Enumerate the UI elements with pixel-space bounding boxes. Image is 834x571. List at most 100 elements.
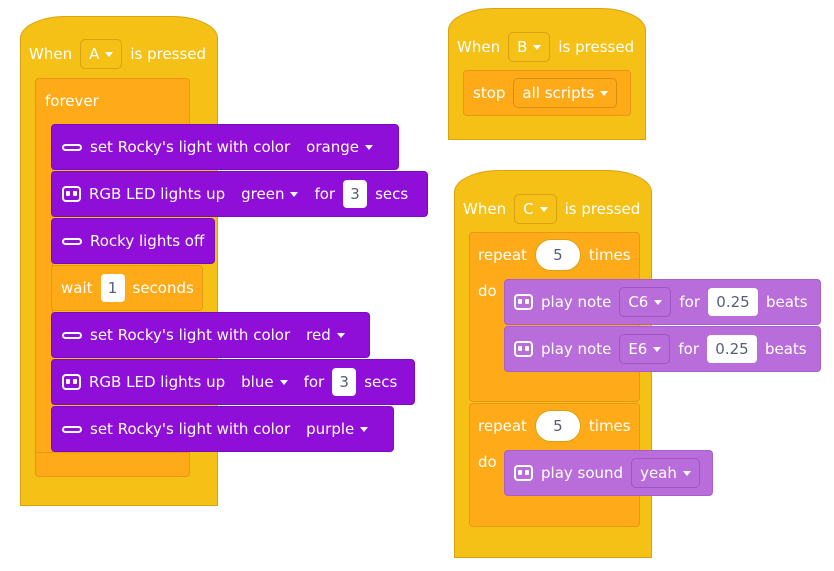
- repeat-label: repeat: [478, 246, 527, 264]
- block-label: RGB LED lights up: [89, 373, 226, 391]
- stop-option-value: all scripts: [522, 84, 595, 102]
- robot-face-icon: [514, 294, 533, 310]
- note-value: C6: [628, 293, 649, 311]
- secs-label: secs: [364, 373, 398, 391]
- chevron-down-icon: [290, 191, 299, 197]
- chevron-down-icon: [682, 470, 691, 476]
- repeat-count-input[interactable]: 5: [534, 239, 581, 271]
- chevron-down-icon: [360, 426, 369, 432]
- secs-label: secs: [375, 185, 409, 203]
- stop-block[interactable]: stop all scripts: [463, 70, 631, 116]
- set-light-color-block[interactable]: set Rocky's light with color purple: [51, 406, 394, 452]
- color-value: red: [306, 326, 331, 344]
- chevron-down-icon: [600, 90, 609, 96]
- is-pressed-label: is pressed: [558, 38, 635, 56]
- times-label: times: [588, 246, 631, 264]
- repeat-label: repeat: [478, 417, 527, 435]
- key-value: A: [89, 45, 100, 63]
- color-dropdown[interactable]: green: [233, 179, 306, 209]
- stop-label: stop: [473, 84, 506, 102]
- chevron-down-icon: [279, 379, 288, 385]
- color-dropdown[interactable]: red: [298, 320, 353, 350]
- when-b-pressed-row: When B is pressed: [457, 31, 634, 63]
- chevron-down-icon: [654, 299, 663, 305]
- set-light-color-block[interactable]: set Rocky's light with color orange: [51, 124, 399, 170]
- for-label: for: [314, 185, 336, 203]
- chevron-down-icon: [533, 44, 542, 50]
- color-dropdown[interactable]: purple: [298, 414, 376, 444]
- wait-input[interactable]: 1: [100, 274, 125, 302]
- light-bar-icon: [62, 331, 82, 339]
- wait-block[interactable]: wait 1 seconds: [51, 265, 203, 311]
- robot-face-icon: [62, 374, 81, 390]
- key-value: B: [517, 38, 528, 56]
- block-label: set Rocky's light with color: [90, 420, 291, 438]
- play-sound-label: play sound: [541, 464, 624, 482]
- robot-face-icon: [62, 186, 81, 202]
- light-bar-icon: [62, 425, 82, 433]
- is-pressed-label: is pressed: [130, 45, 207, 63]
- duration-input[interactable]: 3: [332, 368, 357, 396]
- is-pressed-label: is pressed: [564, 200, 641, 218]
- block-label: set Rocky's light with color: [90, 138, 291, 156]
- play-sound-block[interactable]: play sound yeah: [504, 450, 713, 496]
- play-note-block[interactable]: play note E6 for 0.25 beats: [504, 326, 821, 372]
- repeat-count-input[interactable]: 5: [534, 410, 581, 442]
- chevron-down-icon: [653, 346, 662, 352]
- color-value: purple: [306, 420, 355, 438]
- robot-face-icon: [514, 341, 533, 357]
- beats-label: beats: [765, 293, 808, 311]
- rgb-led-block[interactable]: RGB LED lights up green for 3 secs: [51, 171, 428, 217]
- set-light-color-block[interactable]: set Rocky's light with color red: [51, 312, 370, 358]
- sound-value: yeah: [640, 464, 677, 482]
- color-value: green: [241, 185, 285, 203]
- key-dropdown[interactable]: C: [514, 194, 557, 224]
- note-dropdown[interactable]: E6: [619, 334, 671, 364]
- block-label: RGB LED lights up: [89, 185, 226, 203]
- when-label: When: [457, 38, 501, 56]
- wait-label: wait: [61, 279, 93, 297]
- play-note-block[interactable]: play note C6 for 0.25 beats: [504, 279, 821, 325]
- key-value: C: [523, 200, 534, 218]
- when-a-pressed-row: When A is pressed: [29, 38, 206, 70]
- chevron-down-icon: [539, 206, 548, 212]
- repeat-header: repeat 5 times: [478, 410, 631, 442]
- beats-input[interactable]: 0.25: [706, 335, 757, 363]
- chevron-down-icon: [105, 51, 114, 57]
- block-label: set Rocky's light with color: [90, 326, 291, 344]
- for-label: for: [678, 340, 699, 358]
- sound-dropdown[interactable]: yeah: [631, 458, 700, 488]
- play-note-label: play note: [541, 340, 612, 358]
- light-bar-icon: [62, 237, 82, 245]
- note-value: E6: [628, 340, 648, 358]
- color-dropdown[interactable]: blue: [233, 367, 295, 397]
- key-dropdown[interactable]: B: [508, 32, 551, 62]
- beats-input[interactable]: 0.25: [707, 288, 758, 316]
- color-value: orange: [306, 138, 359, 156]
- forever-label: forever: [45, 92, 99, 110]
- robot-face-icon: [514, 465, 533, 481]
- duration-input[interactable]: 3: [343, 180, 368, 208]
- play-note-label: play note: [541, 293, 612, 311]
- stop-option-dropdown[interactable]: all scripts: [513, 78, 618, 108]
- color-value: blue: [241, 373, 274, 391]
- when-c-pressed-row: When C is pressed: [463, 193, 640, 225]
- times-label: times: [588, 417, 631, 435]
- chevron-down-icon: [364, 144, 373, 150]
- when-label: When: [29, 45, 73, 63]
- forever-bottom: [35, 452, 190, 477]
- lights-off-block[interactable]: Rocky lights off: [51, 218, 215, 264]
- repeat-header: repeat 5 times: [478, 239, 631, 271]
- key-dropdown[interactable]: A: [80, 39, 123, 69]
- color-dropdown[interactable]: orange: [298, 132, 381, 162]
- note-dropdown[interactable]: C6: [619, 287, 672, 317]
- rgb-led-block[interactable]: RGB LED lights up blue for 3 secs: [51, 359, 415, 405]
- block-label: Rocky lights off: [90, 232, 205, 250]
- do-label: do: [478, 453, 497, 471]
- for-label: for: [303, 373, 325, 391]
- do-label: do: [478, 282, 497, 300]
- light-bar-icon: [62, 143, 82, 151]
- seconds-label: seconds: [132, 279, 194, 297]
- when-label: When: [463, 200, 507, 218]
- beats-label: beats: [764, 340, 807, 358]
